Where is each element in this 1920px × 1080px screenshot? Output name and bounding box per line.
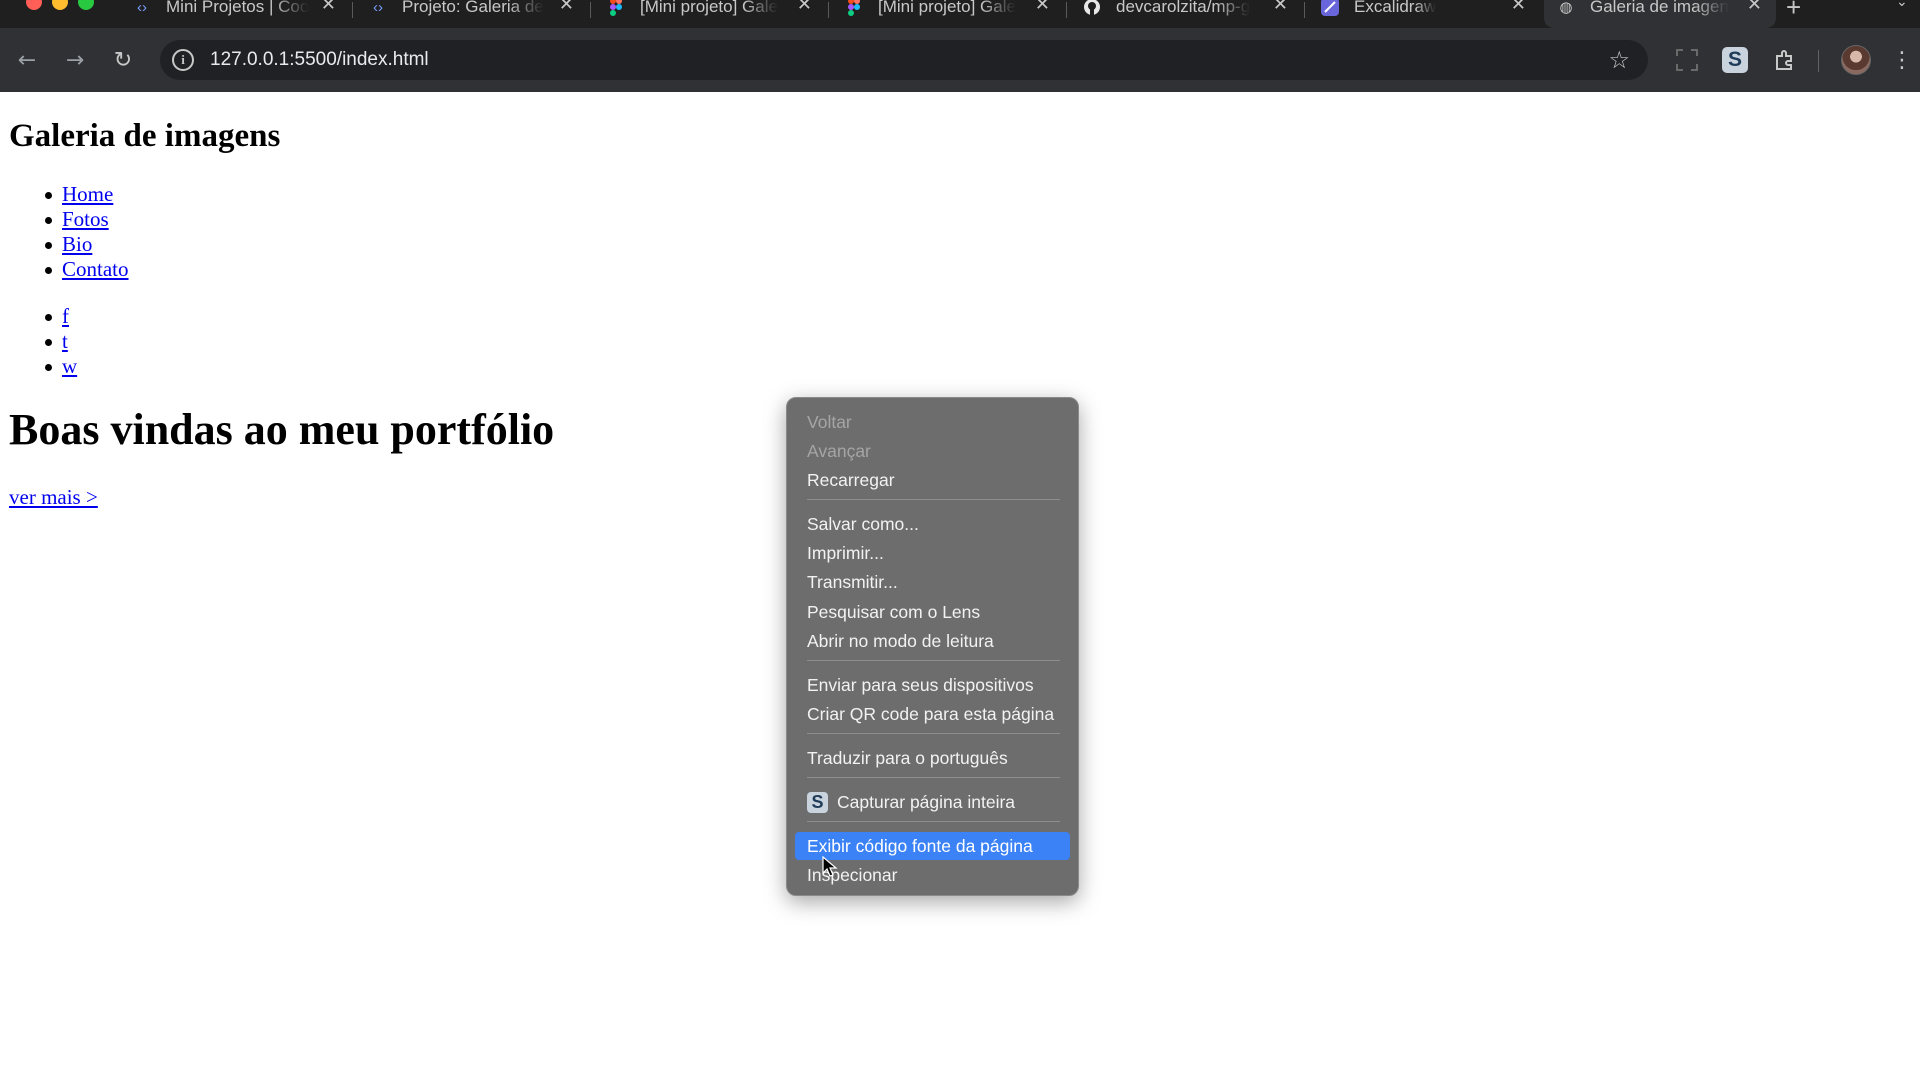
close-icon[interactable]: ✕ bbox=[559, 0, 574, 15]
extension-s-icon: S bbox=[1722, 47, 1748, 73]
extension-s-button[interactable]: S bbox=[1720, 42, 1750, 78]
nav-link-contato[interactable]: Contato bbox=[62, 257, 129, 281]
menu-separator bbox=[807, 733, 1060, 734]
bookmark-star-icon[interactable]: ☆ bbox=[1608, 46, 1630, 74]
social-menu: f t w bbox=[0, 304, 77, 379]
nav-item: Bio bbox=[0, 232, 129, 257]
extensions-puzzle-icon[interactable] bbox=[1770, 42, 1800, 78]
tab-figma-2[interactable]: [Mini projeto] Gale ✕ bbox=[832, 0, 1064, 28]
screen-capture-icon[interactable] bbox=[1672, 42, 1702, 78]
code-icon: ‹› bbox=[373, 0, 383, 16]
tab-label: Galeria de imagen bbox=[1590, 0, 1729, 16]
globe-icon: ◍ bbox=[1559, 0, 1573, 16]
tab-label: [Mini projeto] Gale bbox=[640, 0, 778, 16]
nav-item: Contato bbox=[0, 257, 129, 282]
menu-item-traduzir[interactable]: Traduzir para o português bbox=[795, 744, 1070, 772]
maximize-window-button[interactable] bbox=[78, 0, 94, 10]
close-icon[interactable]: ✕ bbox=[321, 0, 336, 15]
url-text[interactable]: 127.0.0.1:5500/index.html bbox=[210, 49, 429, 71]
figma-icon bbox=[844, 0, 864, 17]
menu-item-criar-qr-code[interactable]: Criar QR code para esta página bbox=[795, 700, 1070, 728]
tab-divider bbox=[828, 2, 829, 18]
menu-item-recarregar[interactable]: Recarregar bbox=[795, 466, 1070, 494]
tab-mini-projetos[interactable]: ‹› Mini Projetos | Coo ✕ bbox=[120, 0, 350, 28]
avatar bbox=[1841, 45, 1871, 75]
ver-mais-link[interactable]: ver mais > bbox=[9, 485, 98, 510]
tab-github[interactable]: devcarolzita/mp-g ✕ bbox=[1070, 0, 1302, 28]
menu-item-pesquisar-lens[interactable]: Pesquisar com o Lens bbox=[795, 598, 1070, 626]
close-window-button[interactable] bbox=[26, 0, 42, 10]
menu-item-label: Capturar página inteira bbox=[837, 791, 1016, 812]
new-tab-button[interactable]: + bbox=[1786, 0, 1801, 23]
site-info-icon[interactable]: i bbox=[172, 49, 194, 71]
tab-divider bbox=[1066, 2, 1067, 18]
minimize-window-button[interactable] bbox=[52, 0, 68, 10]
menu-item-avancar[interactable]: Avançar bbox=[795, 437, 1070, 465]
tab-divider bbox=[590, 2, 591, 18]
tab-galeria-active[interactable]: ◍ Galeria de imagen ✕ bbox=[1544, 0, 1776, 28]
close-icon[interactable]: ✕ bbox=[797, 0, 812, 15]
menu-item-imprimir[interactable]: Imprimir... bbox=[795, 539, 1070, 567]
nav-item: Home bbox=[0, 182, 129, 207]
menu-item-enviar-dispositivos[interactable]: Enviar para seus dispositivos bbox=[795, 671, 1070, 699]
close-icon[interactable]: ✕ bbox=[1511, 0, 1526, 15]
tab-search-icon[interactable]: ⌄ bbox=[1896, 0, 1908, 10]
social-item: w bbox=[0, 354, 77, 379]
menu-separator bbox=[807, 777, 1060, 778]
tab-projeto-galeria[interactable]: ‹› Projeto: Galeria de ✕ bbox=[356, 0, 588, 28]
nav-link-home[interactable]: Home bbox=[62, 182, 113, 206]
social-link-w[interactable]: w bbox=[62, 354, 77, 378]
tab-excalidraw[interactable]: Excalidraw ✕ bbox=[1308, 0, 1540, 28]
address-bar[interactable]: i 127.0.0.1:5500/index.html ☆ bbox=[160, 40, 1648, 80]
nav-link-fotos[interactable]: Fotos bbox=[62, 207, 109, 231]
more-menu-icon[interactable]: ⋮ bbox=[1891, 42, 1913, 78]
social-link-facebook[interactable]: f bbox=[62, 304, 69, 328]
menu-separator bbox=[807, 660, 1060, 661]
nav-item: Fotos bbox=[0, 207, 129, 232]
site-title: Galeria de imagens bbox=[9, 118, 281, 154]
hero-title: Boas vindas ao meu portfólio bbox=[9, 405, 555, 454]
tab-strip: ‹› Mini Projetos | Coo ✕ ‹› Projeto: Gal… bbox=[0, 0, 1920, 28]
excalidraw-icon bbox=[1320, 0, 1340, 17]
social-item: t bbox=[0, 329, 77, 354]
nav-menu: Home Fotos Bio Contato bbox=[0, 182, 129, 282]
browser-chrome: ‹› Mini Projetos | Coo ✕ ‹› Projeto: Gal… bbox=[0, 0, 1920, 92]
close-icon[interactable]: ✕ bbox=[1747, 0, 1762, 15]
menu-separator bbox=[807, 821, 1060, 822]
tab-label: Projeto: Galeria de bbox=[402, 0, 544, 16]
social-link-twitter[interactable]: t bbox=[62, 329, 68, 353]
menu-item-transmitir[interactable]: Transmitir... bbox=[795, 568, 1070, 596]
close-icon[interactable]: ✕ bbox=[1273, 0, 1288, 15]
menu-item-voltar[interactable]: Voltar bbox=[795, 408, 1070, 436]
github-icon bbox=[1082, 0, 1102, 17]
context-menu: Voltar Avançar Recarregar Salvar como...… bbox=[786, 397, 1079, 896]
nav-link-bio[interactable]: Bio bbox=[62, 232, 92, 256]
tab-divider bbox=[352, 2, 353, 18]
tab-label: Excalidraw bbox=[1354, 0, 1437, 16]
code-icon: ‹› bbox=[137, 0, 147, 16]
menu-item-capturar-pagina[interactable]: S Capturar página inteira bbox=[795, 788, 1070, 816]
social-item: f bbox=[0, 304, 77, 329]
toolbar-divider bbox=[1818, 50, 1819, 72]
tab-divider bbox=[1304, 2, 1305, 18]
tab-figma-1[interactable]: [Mini projeto] Gale ✕ bbox=[594, 0, 826, 28]
extension-s-icon: S bbox=[807, 791, 828, 813]
back-button[interactable]: ← bbox=[9, 42, 45, 78]
close-icon[interactable]: ✕ bbox=[1035, 0, 1050, 15]
menu-item-salvar-como[interactable]: Salvar como... bbox=[795, 510, 1070, 538]
forward-button[interactable]: → bbox=[57, 42, 93, 78]
profile-button[interactable] bbox=[1840, 42, 1872, 78]
tab-label: Mini Projetos | Coo bbox=[166, 0, 310, 16]
toolbar: ← → ↻ i 127.0.0.1:5500/index.html ☆ S ⋮ bbox=[0, 28, 1920, 92]
figma-icon bbox=[606, 0, 626, 17]
tab-label: [Mini projeto] Gale bbox=[878, 0, 1016, 16]
reload-button[interactable]: ↻ bbox=[105, 42, 141, 78]
menu-separator bbox=[807, 499, 1060, 500]
tab-label: devcarolzita/mp-g bbox=[1116, 0, 1251, 16]
menu-item-modo-leitura[interactable]: Abrir no modo de leitura bbox=[795, 627, 1070, 655]
